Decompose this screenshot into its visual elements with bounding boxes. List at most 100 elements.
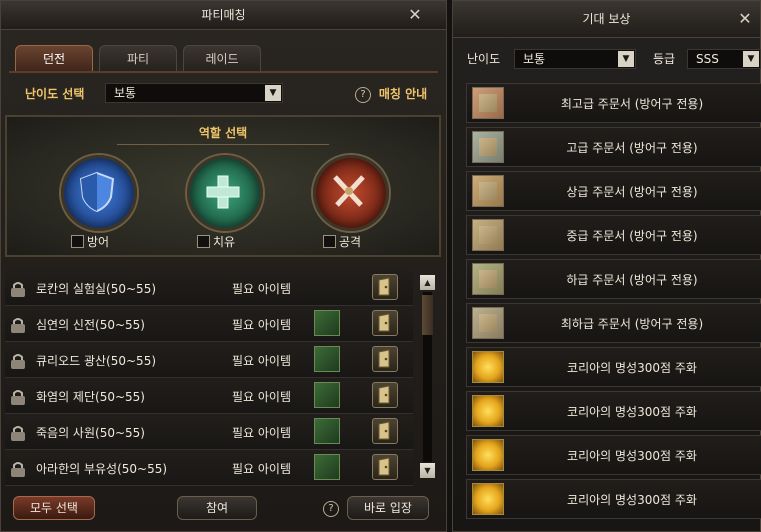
- required-item-label: 필요 아이템: [232, 426, 292, 440]
- shield-icon: [79, 171, 115, 213]
- expected-reward-window: 기대 보상 ✕ 난이도 보통 ▼ 등급 SSS ▼ 최고급 주문서 (방어구 전…: [452, 0, 761, 532]
- dungeon-enter-button[interactable]: [372, 382, 398, 408]
- scroll-icon[interactable]: [472, 263, 504, 295]
- difficulty-select[interactable]: 보통 ▼: [105, 83, 283, 103]
- dungeon-list-scrollbar[interactable]: ▲ ▼: [419, 275, 437, 479]
- attack-checkbox[interactable]: [323, 235, 336, 248]
- coin-icon[interactable]: [472, 439, 504, 471]
- tab-raid[interactable]: 레이드: [183, 45, 261, 72]
- scroll-down-icon[interactable]: ▼: [420, 463, 435, 478]
- reward-difficulty-select[interactable]: 보통 ▼: [514, 49, 636, 69]
- defense-checkbox[interactable]: [71, 235, 84, 248]
- door-icon: [378, 277, 390, 296]
- close-icon[interactable]: ✕: [406, 6, 424, 24]
- scroll-icon[interactable]: [472, 87, 504, 119]
- dungeon-enter-button[interactable]: [372, 346, 398, 372]
- reward-name: 하급 주문서 (방어구 전용): [566, 273, 698, 287]
- chevron-down-icon[interactable]: ▼: [743, 51, 759, 67]
- reward-row[interactable]: 상급 주문서 (방어구 전용): [466, 171, 761, 211]
- dungeon-enter-button[interactable]: [372, 310, 398, 336]
- required-item-icon[interactable]: [314, 346, 340, 372]
- dungeon-name: 죽음의 사원(50~55): [36, 426, 145, 440]
- door-icon: [378, 313, 390, 332]
- dungeon-row[interactable]: 화염의 제단(50~55) 필요 아이템: [5, 378, 413, 414]
- scroll-icon[interactable]: [472, 307, 504, 339]
- dungeon-enter-button[interactable]: [372, 274, 398, 300]
- required-item-icon[interactable]: [314, 382, 340, 408]
- reward-row[interactable]: 고급 주문서 (방어구 전용): [466, 127, 761, 167]
- scroll-thumb[interactable]: [422, 295, 433, 335]
- dungeon-name: 아라한의 부유성(50~55): [36, 462, 168, 476]
- reward-row[interactable]: 최고급 주문서 (방어구 전용): [466, 83, 761, 123]
- matching-guide-link[interactable]: ? 매칭 안내: [355, 85, 427, 103]
- dungeon-name: 큐리오드 광산(50~55): [36, 354, 157, 368]
- required-item-icon[interactable]: [314, 310, 340, 336]
- grade-select[interactable]: SSS ▼: [687, 49, 761, 69]
- tab-divider: [9, 71, 438, 73]
- dungeon-name: 심연의 신전(50~55): [36, 318, 145, 332]
- coin-icon[interactable]: [472, 351, 504, 383]
- role-attack-button[interactable]: [313, 155, 389, 231]
- difficulty-value: 보통: [114, 86, 137, 100]
- dungeon-row[interactable]: 로칸의 실험실(50~55) 필요 아이템: [5, 270, 413, 306]
- dungeon-name: 화염의 제단(50~55): [36, 390, 145, 404]
- enter-now-button[interactable]: 바로 입장: [347, 496, 429, 520]
- required-item-label: 필요 아이템: [232, 282, 292, 296]
- heal-checkbox[interactable]: [197, 235, 210, 248]
- dungeon-row[interactable]: 심연의 신전(50~55) 필요 아이템: [5, 306, 413, 342]
- close-icon[interactable]: ✕: [736, 10, 754, 28]
- defense-label: 방어: [87, 235, 110, 249]
- tab-dungeon[interactable]: 던전: [15, 45, 93, 72]
- scroll-icon[interactable]: [472, 219, 504, 251]
- required-item-label: 필요 아이템: [232, 354, 292, 368]
- reward-row[interactable]: 최하급 주문서 (방어구 전용): [466, 303, 761, 343]
- reward-difficulty-label: 난이도: [467, 52, 501, 66]
- reward-name: 고급 주문서 (방어구 전용): [566, 141, 698, 155]
- scroll-icon[interactable]: [472, 175, 504, 207]
- door-icon: [378, 349, 390, 368]
- chevron-down-icon[interactable]: ▼: [265, 85, 281, 101]
- role-title: 역할 선택: [198, 126, 248, 140]
- matching-guide-label: 매칭 안내: [378, 87, 428, 101]
- reward-row[interactable]: 코리아의 명성300점 주화: [466, 347, 761, 387]
- dungeon-enter-button[interactable]: [372, 418, 398, 444]
- reward-name: 코리아의 명성300점 주화: [567, 361, 697, 375]
- divider: [117, 144, 329, 145]
- reward-row[interactable]: 코리아의 명성300점 주화: [466, 435, 761, 475]
- dungeon-enter-button[interactable]: [372, 454, 398, 480]
- role-defense-button[interactable]: [61, 155, 137, 231]
- coin-icon[interactable]: [472, 483, 504, 515]
- reward-name: 코리아의 명성300점 주화: [567, 449, 697, 463]
- dungeon-row[interactable]: 아라한의 부유성(50~55) 필요 아이템: [5, 450, 413, 486]
- coin-icon[interactable]: [472, 395, 504, 427]
- chevron-down-icon[interactable]: ▼: [618, 51, 634, 67]
- dungeon-row[interactable]: 큐리오드 광산(50~55) 필요 아이템: [5, 342, 413, 378]
- reward-name: 코리아의 명성300점 주화: [567, 405, 697, 419]
- role-attack-option: 공격: [323, 233, 361, 250]
- required-item-icon[interactable]: [314, 454, 340, 480]
- reward-list: 최고급 주문서 (방어구 전용) 고급 주문서 (방어구 전용) 상급 주문서 (방…: [466, 83, 761, 523]
- role-heal-button[interactable]: [187, 155, 263, 231]
- scroll-icon[interactable]: [472, 131, 504, 163]
- difficulty-label: 난이도 선택: [25, 87, 85, 101]
- dungeon-row[interactable]: 죽음의 사원(50~55) 필요 아이템: [5, 414, 413, 450]
- role-heal-option: 치유: [197, 233, 235, 250]
- cross-icon: [206, 175, 240, 209]
- reward-row[interactable]: 하급 주문서 (방어구 전용): [466, 259, 761, 299]
- lock-icon: [11, 462, 25, 477]
- scroll-up-icon[interactable]: ▲: [420, 275, 435, 290]
- grade-value: SSS: [696, 52, 719, 66]
- door-icon: [378, 457, 390, 476]
- reward-row[interactable]: 코리아의 명성300점 주화: [466, 391, 761, 431]
- reward-row[interactable]: 중급 주문서 (방어구 전용): [466, 215, 761, 255]
- select-all-button[interactable]: 모두 선택: [13, 496, 95, 520]
- required-item-label: 필요 아이템: [232, 390, 292, 404]
- required-item-icon[interactable]: [314, 418, 340, 444]
- door-icon: [378, 421, 390, 440]
- tab-party[interactable]: 파티: [99, 45, 177, 72]
- role-defense-option: 방어: [71, 233, 109, 250]
- help-icon[interactable]: ?: [323, 501, 339, 517]
- reward-name: 최하급 주문서 (방어구 전용): [560, 317, 704, 331]
- reward-row[interactable]: 코리아의 명성300점 주화: [466, 479, 761, 519]
- join-button[interactable]: 참여: [177, 496, 257, 520]
